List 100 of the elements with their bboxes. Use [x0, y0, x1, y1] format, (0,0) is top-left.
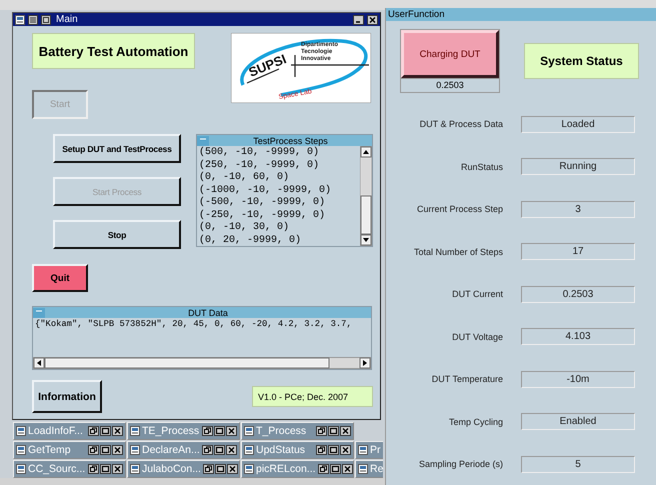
app-icon	[16, 464, 26, 474]
maximize-icon[interactable]	[100, 445, 111, 455]
restore-icon[interactable]	[316, 445, 327, 455]
maximize-icon[interactable]	[100, 426, 111, 436]
quit-button[interactable]: Quit	[32, 264, 88, 292]
status-label: Current Process Step	[416, 204, 503, 214]
maximize-icon[interactable]	[214, 445, 225, 455]
status-value: Enabled	[521, 413, 635, 430]
process-button[interactable]: Setup DUT and TestProcess	[53, 134, 181, 163]
window-title: UserFunction	[386, 8, 656, 21]
status-value: 17	[521, 243, 635, 260]
maximize-icon[interactable]	[328, 426, 339, 436]
close-icon[interactable]	[340, 445, 351, 455]
maximize-icon[interactable]	[214, 426, 225, 436]
window-title: picRELcon...	[256, 463, 316, 475]
status-value: 0.2503	[521, 286, 635, 303]
list-item[interactable]: (-500, -10, -9999, 0)	[199, 197, 358, 210]
list-title: TestProcess Steps	[252, 136, 329, 146]
window-title: Pr	[370, 444, 381, 456]
maximize-icon[interactable]	[214, 464, 226, 474]
vertical-scrollbar[interactable]	[360, 146, 372, 246]
app-icon	[244, 426, 254, 436]
status-value: 5	[521, 456, 635, 473]
status-title: System Status	[524, 43, 639, 79]
status-value: 4.103	[521, 328, 635, 346]
version-label: V1.0 - PCe; Dec. 2007	[252, 386, 373, 407]
close-icon[interactable]	[112, 464, 123, 474]
status-label: Total Number of Steps	[412, 246, 503, 257]
window-title: CC_Sourc...	[28, 463, 86, 475]
panel-title: DUT Data	[187, 308, 229, 318]
status-label: RunStatus	[460, 162, 503, 172]
tile-icon[interactable]	[28, 14, 38, 24]
list-item[interactable]: (0, 20, -9999, 0)	[199, 234, 358, 247]
list-item[interactable]: (500, -10, -9999, 0)	[199, 147, 358, 160]
maximize-icon[interactable]	[328, 445, 339, 455]
cascade-icon[interactable]	[41, 14, 51, 24]
status-label: DUT Voltage	[451, 332, 503, 342]
information-button[interactable]: Information	[32, 380, 102, 413]
restore-icon[interactable]	[88, 445, 99, 455]
status-label: Sampling Periode (s)	[418, 459, 503, 470]
status-value: -10m	[521, 370, 635, 388]
app-icon	[130, 445, 140, 455]
charging-button[interactable]: Charging DUT	[401, 30, 499, 78]
list-item[interactable]: (250, -10, -9999, 0)	[199, 160, 358, 172]
restore-icon[interactable]	[202, 445, 213, 455]
app-title: Battery Test Automation	[32, 33, 195, 69]
status-value: Loaded	[521, 116, 635, 133]
close-icon[interactable]	[112, 426, 123, 436]
status-label: Temp Cycling	[448, 416, 503, 427]
window-menu-icon[interactable]	[15, 14, 25, 24]
window-title: LoadInfoF...	[28, 425, 84, 437]
horizontal-scrollbar[interactable]	[33, 357, 371, 369]
close-icon[interactable]	[112, 445, 123, 455]
window-title: TE_Process	[142, 425, 200, 437]
status-label: DUT & Process Data	[418, 119, 503, 130]
status-value: 3	[521, 200, 635, 218]
app-icon	[244, 445, 254, 455]
app-icon	[358, 464, 368, 474]
window-title: GetTemp	[28, 444, 72, 456]
window-title: UpdStatus	[256, 444, 306, 456]
process-button[interactable]: Stop	[53, 220, 181, 249]
window-title: T_Process	[256, 425, 308, 437]
window-title: DeclareAn...	[142, 444, 200, 456]
restore-icon[interactable]	[88, 426, 99, 436]
list-item[interactable]: (0, -10, 60, 0)	[199, 172, 358, 184]
close-icon[interactable]	[342, 464, 353, 474]
minimize-icon[interactable]	[353, 14, 364, 24]
maximize-icon[interactable]	[330, 464, 341, 474]
maximize-icon[interactable]	[100, 464, 111, 474]
app-icon	[130, 464, 140, 474]
app-icon	[244, 464, 254, 474]
close-icon[interactable]	[340, 426, 351, 436]
list-item[interactable]: (-1000, -10, -9999, 0)	[199, 184, 358, 197]
collapse-icon[interactable]	[33, 308, 45, 318]
window-title: Re	[370, 463, 384, 475]
close-icon[interactable]	[226, 464, 238, 474]
restore-icon[interactable]	[316, 426, 327, 436]
window-title: Main	[56, 14, 78, 25]
dut-data-text: {"Kokam", "SLPB 573852H", 20, 45, 0, 60, -20, 4.2, 3.2, 3.7,	[34, 318, 353, 331]
close-icon[interactable]	[367, 14, 378, 24]
status-label: DUT Temperature	[430, 374, 503, 384]
logo-wordmark: SUPSI	[246, 51, 288, 80]
collapse-icon[interactable]	[197, 136, 209, 146]
list-item[interactable]: (-250, -10, -9999, 0)	[199, 210, 358, 222]
steps-list[interactable]: TestProcess Steps (500, -10, -9999, 0) (250, -10, -9999, 0) (0, -10, 60, 0) (-1000, -10, -9999, 0) (-500, -10, -9999, 0) (-250, -10, -9999, 0) (0, -10, 30, 0) (0, 20, -9999, 0)	[196, 134, 373, 247]
status-value: Running	[521, 158, 635, 176]
app-icon	[358, 445, 368, 455]
charging-value: 0.2503	[401, 78, 499, 92]
status-label: DUT Current	[451, 289, 503, 300]
app-icon	[130, 426, 140, 436]
restore-icon[interactable]	[88, 464, 99, 474]
close-icon[interactable]	[226, 445, 237, 455]
restore-icon[interactable]	[318, 464, 329, 474]
app-icon	[16, 426, 26, 436]
window-title: JulaboCon...	[142, 463, 201, 475]
app-icon	[16, 445, 26, 455]
restore-icon[interactable]	[202, 426, 213, 436]
restore-icon[interactable]	[202, 464, 214, 474]
close-icon[interactable]	[226, 426, 237, 436]
list-item[interactable]: (0, -10, 30, 0)	[199, 222, 358, 234]
